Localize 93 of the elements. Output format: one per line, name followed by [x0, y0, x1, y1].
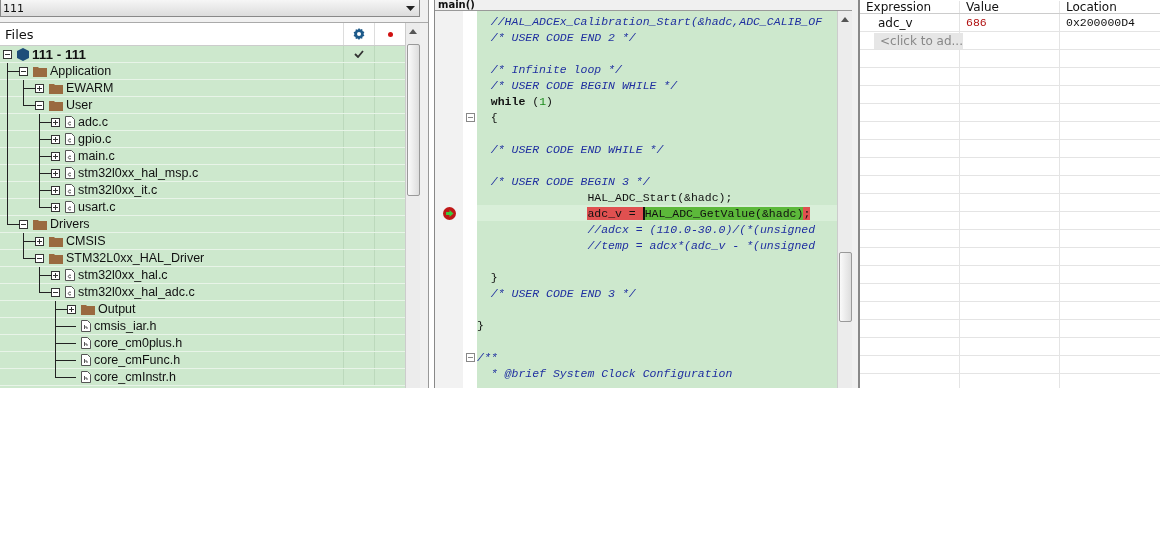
code-line: /** — [477, 350, 498, 364]
tree-item[interactable]: gpio.c — [78, 132, 112, 146]
collapse-icon[interactable] — [35, 100, 44, 110]
folder-icon — [49, 99, 63, 111]
expand-icon[interactable] — [51, 134, 60, 144]
folder-icon — [49, 82, 63, 94]
code-line: /* USER CODE END WHILE */ — [489, 142, 664, 156]
cube-icon — [17, 47, 29, 61]
column-header[interactable]: Location — [1060, 1, 1160, 13]
tree-item[interactable]: core_cmFunc.h — [94, 353, 181, 367]
header-file-icon — [81, 371, 91, 383]
project-dropdown[interactable]: 111 — [0, 0, 420, 17]
expand-icon[interactable] — [51, 117, 60, 127]
code-line: /* USER CODE BEGIN WHILE */ — [489, 78, 678, 92]
source-file-icon — [65, 116, 75, 128]
folder-icon — [33, 65, 47, 77]
code-line: } — [489, 270, 498, 284]
tree-item[interactable]: CMSIS — [66, 234, 106, 248]
expand-icon[interactable] — [67, 304, 76, 314]
scrollbar-thumb[interactable] — [838, 252, 852, 322]
tree-item[interactable]: usart.c — [78, 200, 116, 214]
breakpoint-dot-icon — [387, 31, 393, 37]
tree-item[interactable]: 111 - 111 — [32, 46, 87, 62]
source-file-icon — [65, 286, 75, 298]
collapse-icon[interactable] — [3, 49, 12, 59]
column-header[interactable]: Value — [960, 1, 1060, 13]
collapse-icon[interactable] — [35, 253, 44, 263]
code-line: while (1) — [489, 94, 553, 108]
caret-icon — [406, 5, 415, 11]
code-line: /* USER CODE END 2 */ — [489, 30, 636, 44]
folder-icon — [33, 218, 47, 230]
tree-item[interactable]: User — [66, 98, 93, 112]
location-cell-text: 0x200000D4 — [1065, 15, 1136, 31]
expand-icon[interactable] — [35, 83, 44, 93]
source-file-icon — [65, 269, 75, 281]
settings-icon — [353, 28, 365, 40]
expand-icon[interactable] — [51, 185, 60, 195]
expand-icon[interactable] — [51, 270, 60, 280]
tree-item[interactable]: Application — [50, 64, 112, 78]
collapse-icon[interactable] — [19, 219, 28, 229]
tree-item[interactable]: stm32l0xx_hal_msp.c — [78, 166, 199, 180]
tree-item[interactable]: main.c — [78, 149, 115, 163]
scrollbar-thumb[interactable] — [406, 44, 420, 196]
expand-icon[interactable] — [51, 202, 60, 212]
source-file-icon — [65, 184, 75, 196]
tree-item[interactable]: core_cm0plus.h — [94, 336, 183, 350]
code-line: adc_v = HAL_ADC_GetValue(&hadc); — [586, 206, 811, 220]
tree-item[interactable]: stm32l0xx_hal_adc.c — [78, 285, 195, 299]
scroll-up-icon[interactable] — [409, 29, 417, 34]
column-header[interactable]: Expression — [860, 1, 960, 13]
tree-item[interactable]: Output — [98, 302, 136, 316]
code-line: { — [489, 110, 498, 124]
value-cell: 686 — [960, 14, 1060, 31]
header-file-icon — [81, 337, 91, 349]
tree-item[interactable]: adc.c — [78, 115, 108, 129]
tree-item[interactable]: cmsis_iar.h — [94, 319, 157, 333]
code-line: /* USER CODE BEGIN 3 */ — [489, 174, 650, 188]
scroll-up-icon[interactable] — [841, 17, 849, 22]
source-file-icon — [65, 201, 75, 213]
tree-item[interactable]: STM32L0xx_HAL_Driver — [66, 251, 205, 265]
collapse-icon[interactable] — [51, 287, 60, 297]
source-file-icon — [65, 167, 75, 179]
code-line: //temp = adcx*(adc_v - *(unsigned — [586, 238, 816, 252]
scrollbar[interactable] — [405, 23, 420, 388]
code-line: /* USER CODE END 3 */ — [489, 286, 636, 300]
header-file-icon — [81, 354, 91, 366]
header-file-icon — [81, 320, 91, 332]
code-line: * @brief System Clock Configuration — [489, 366, 733, 380]
tree-item[interactable]: EWARM — [66, 81, 114, 95]
scrollbar[interactable] — [837, 11, 852, 388]
fold-icon[interactable] — [465, 112, 475, 122]
code-line: HAL_ADC_Start(&hadc); — [586, 190, 733, 204]
code-line: } — [477, 318, 484, 332]
code-line: //adcx = (110.0-30.0)/(*(unsigned — [586, 222, 816, 236]
expand-icon[interactable] — [51, 168, 60, 178]
tree-item[interactable]: Drivers — [50, 217, 90, 231]
code-line: //HAL_ADCEx_Calibration_Start(&hadc,ADC_CALIB_OF — [489, 14, 823, 28]
tree-item[interactable]: stm32l0xx_it.c — [78, 183, 158, 197]
editor-tab[interactable]: main() — [435, 0, 475, 10]
folder-icon — [49, 235, 63, 247]
code-line: /* Infinite loop */ — [489, 62, 622, 76]
source-file-icon — [65, 150, 75, 162]
fold-icon[interactable] — [465, 352, 475, 362]
collapse-icon[interactable] — [19, 66, 28, 76]
tree-item[interactable]: core_cmInstr.h — [94, 370, 176, 384]
expand-icon[interactable] — [35, 236, 44, 246]
tree-item[interactable]: stm32l0xx_hal.c — [78, 268, 168, 282]
expand-icon[interactable] — [51, 151, 60, 161]
source-file-icon — [65, 133, 75, 145]
expression-cell: adc_v — [860, 14, 960, 31]
column-header: Files — [4, 26, 35, 42]
folder-icon — [81, 303, 95, 315]
folder-icon — [49, 252, 63, 264]
